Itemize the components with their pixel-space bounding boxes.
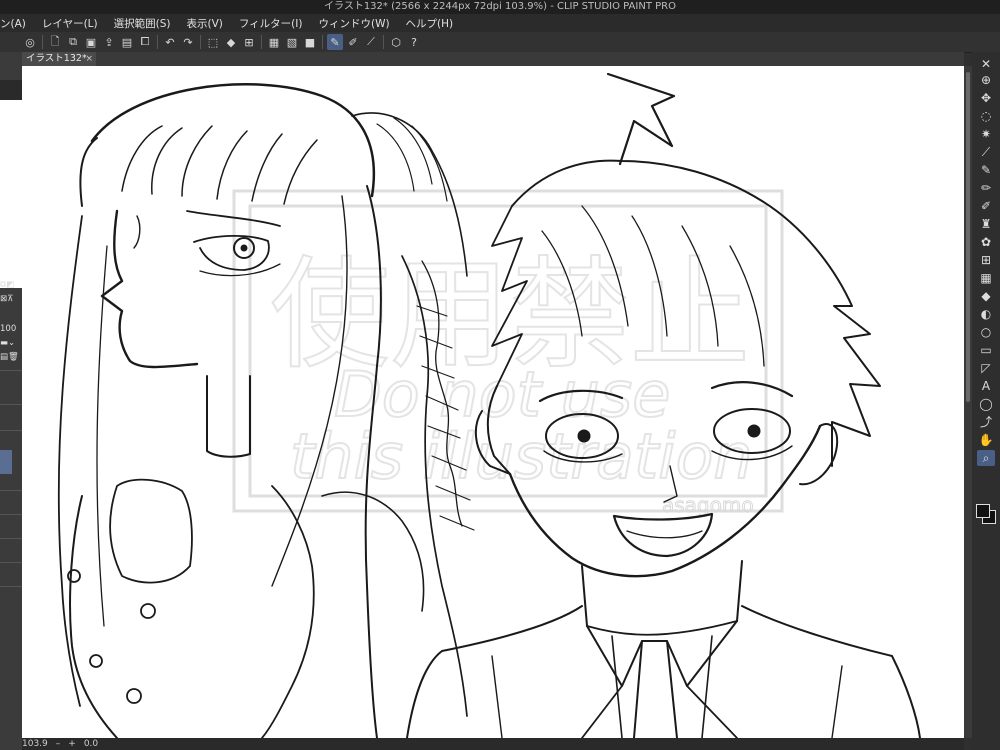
watermark-line2: this illustration — [290, 420, 753, 493]
main-color-swatch[interactable] — [976, 504, 990, 518]
menu-layer[interactable]: レイヤー(L) — [34, 16, 106, 31]
new-file-icon[interactable]: 🗋 — [47, 34, 63, 50]
navigator-header — [0, 80, 22, 100]
move-tool-icon[interactable]: ✥ — [977, 90, 995, 106]
window-title: イラスト132* (2566 x 2244px 72dpi 103.9%) - … — [0, 0, 1000, 14]
layer-divider — [0, 430, 22, 431]
menu-selection[interactable]: 選択範囲(S) — [106, 16, 179, 31]
fill-bucket-icon[interactable]: ◆ — [977, 288, 995, 304]
eraser-icon[interactable]: ⊞ — [977, 252, 995, 268]
layer-divider — [0, 514, 22, 515]
navigator-preview — [0, 100, 22, 288]
toolbar-divider — [200, 35, 201, 49]
opacity-value[interactable]: 100 — [0, 322, 22, 336]
brush-icon[interactable]: ✐ — [977, 198, 995, 214]
tool-palette: ✕ ⊕ ✥ ◌ ✷ ⟋ ✎ ✏ ✐ ♜ ✿ ⊞ ▦ ◆ ◐ ○ ▭ ◸ A ◯ … — [972, 52, 1000, 750]
zoom-out-icon[interactable]: – — [56, 739, 61, 749]
eyedropper-icon[interactable]: ⟋ — [977, 144, 995, 160]
undo-icon[interactable]: ↶ — [162, 34, 178, 50]
selected-layer[interactable] — [0, 450, 12, 474]
text-tool-icon[interactable]: A — [977, 378, 995, 394]
airbrush-icon[interactable]: ♜ — [977, 216, 995, 232]
toolbar-divider — [383, 35, 384, 49]
fill-icon[interactable]: ◆ — [223, 34, 239, 50]
menu-help[interactable]: ヘルプ(H) — [398, 16, 462, 31]
menu-animation[interactable]: ン(A) — [0, 16, 34, 31]
pen-tool-icon[interactable]: ✎ — [327, 34, 343, 50]
close-icon[interactable]: ✕ — [977, 56, 995, 72]
layer-property-row[interactable]: ⧉◩ — [0, 278, 22, 292]
ruler-tool-icon[interactable]: ◸ — [977, 360, 995, 376]
rotation-value[interactable]: 0.0 — [84, 739, 98, 749]
deselect-icon[interactable]: ⬚ — [205, 34, 221, 50]
balloon-icon[interactable]: ◯ — [977, 396, 995, 412]
layer-divider — [0, 562, 22, 563]
layer-actions[interactable]: ▤🗑 — [0, 350, 22, 364]
pencil-icon[interactable]: ✏ — [977, 180, 995, 196]
layer-lock-row[interactable]: ⊠⊼ — [0, 292, 22, 306]
magic-wand-icon[interactable]: ✷ — [977, 126, 995, 142]
menu-view[interactable]: 表示(V) — [178, 16, 230, 31]
app-icon[interactable]: ◎ — [22, 34, 38, 50]
figure-icon[interactable]: ○ — [977, 324, 995, 340]
grid-icon[interactable]: ▦ — [266, 34, 282, 50]
frame-icon[interactable]: ▭ — [977, 342, 995, 358]
layer-divider — [0, 404, 22, 405]
layer-divider — [0, 490, 22, 491]
snap-icon[interactable]: ■ — [302, 34, 318, 50]
status-bar: 103.9 – + 0.0 — [22, 738, 964, 750]
toolbar-divider — [261, 35, 262, 49]
zoom-in-icon[interactable]: + — [68, 739, 76, 749]
menu-window[interactable]: ウィンドウ(W) — [310, 16, 397, 31]
menu-bar: ン(A) レイヤー(L) 選択範囲(S) 表示(V) フィルター(I) ウィンド… — [0, 14, 1000, 32]
line-tool-icon[interactable]: ⟋ — [363, 34, 379, 50]
toolbar-divider — [42, 35, 43, 49]
canvas-tab-bar: イラスト132* × — [22, 52, 964, 67]
zoom-tool-icon[interactable]: ⊕ — [977, 72, 995, 88]
decoration-icon[interactable]: ✿ — [977, 234, 995, 250]
search-tool-icon[interactable]: ⌕ — [977, 450, 995, 466]
command-bar: ◎ 🗋 ⧉ ▣ ⇪ ▤ ⧠ ↶ ↷ ⬚ ◆ ⊞ ▦ ▧ ■ ✎ ✐ ⟋ ⬡ ? — [0, 32, 1000, 53]
blend-icon[interactable]: ▦ — [977, 270, 995, 286]
lasso-tool-icon[interactable]: ◌ — [977, 108, 995, 124]
watermark: 使用禁止 Do not use this illustration asagom… — [232, 189, 784, 518]
print-icon[interactable]: ▤ — [119, 34, 135, 50]
export-icon[interactable]: ⇪ — [101, 34, 117, 50]
help-icon[interactable]: ? — [406, 34, 422, 50]
layer-divider — [0, 370, 22, 371]
transform-icon[interactable]: ⊞ — [241, 34, 257, 50]
layer-divider — [0, 538, 22, 539]
cube-icon[interactable]: ⬡ — [388, 34, 404, 50]
hand-tool-icon[interactable]: ✋ — [977, 432, 995, 448]
save-icon[interactable]: ▣ — [83, 34, 99, 50]
toolbar-divider — [322, 35, 323, 49]
copy-icon[interactable]: ⧠ — [137, 34, 153, 50]
open-file-icon[interactable]: ⧉ — [65, 34, 81, 50]
ruler-icon[interactable]: ▧ — [284, 34, 300, 50]
zoom-value[interactable]: 103.9 — [22, 739, 48, 749]
brush-tool-icon[interactable]: ✐ — [345, 34, 361, 50]
menu-filter[interactable]: フィルター(I) — [231, 16, 311, 31]
scrollbar-thumb[interactable] — [966, 72, 970, 402]
line-art-illustration: 使用禁止 Do not use this illustration asagom… — [57, 72, 921, 738]
left-panel: ⧉◩ ⊠⊼ 100 ▬⌄ ▤🗑 — [0, 52, 22, 750]
canvas-tab[interactable]: イラスト132* × — [22, 52, 96, 66]
blend-mode-select[interactable]: ▬⌄ — [0, 336, 22, 350]
correct-line-icon[interactable]: ⤴ — [977, 414, 995, 430]
close-icon[interactable]: × — [85, 52, 93, 66]
pen-icon[interactable]: ✎ — [977, 162, 995, 178]
layer-divider — [0, 586, 22, 587]
toolbar-divider — [157, 35, 158, 49]
canvas-tab-label: イラスト132* — [26, 53, 87, 64]
drawing-canvas[interactable]: 使用禁止 Do not use this illustration asagom… — [22, 66, 964, 738]
redo-icon[interactable]: ↷ — [180, 34, 196, 50]
gradient-icon[interactable]: ◐ — [977, 306, 995, 322]
